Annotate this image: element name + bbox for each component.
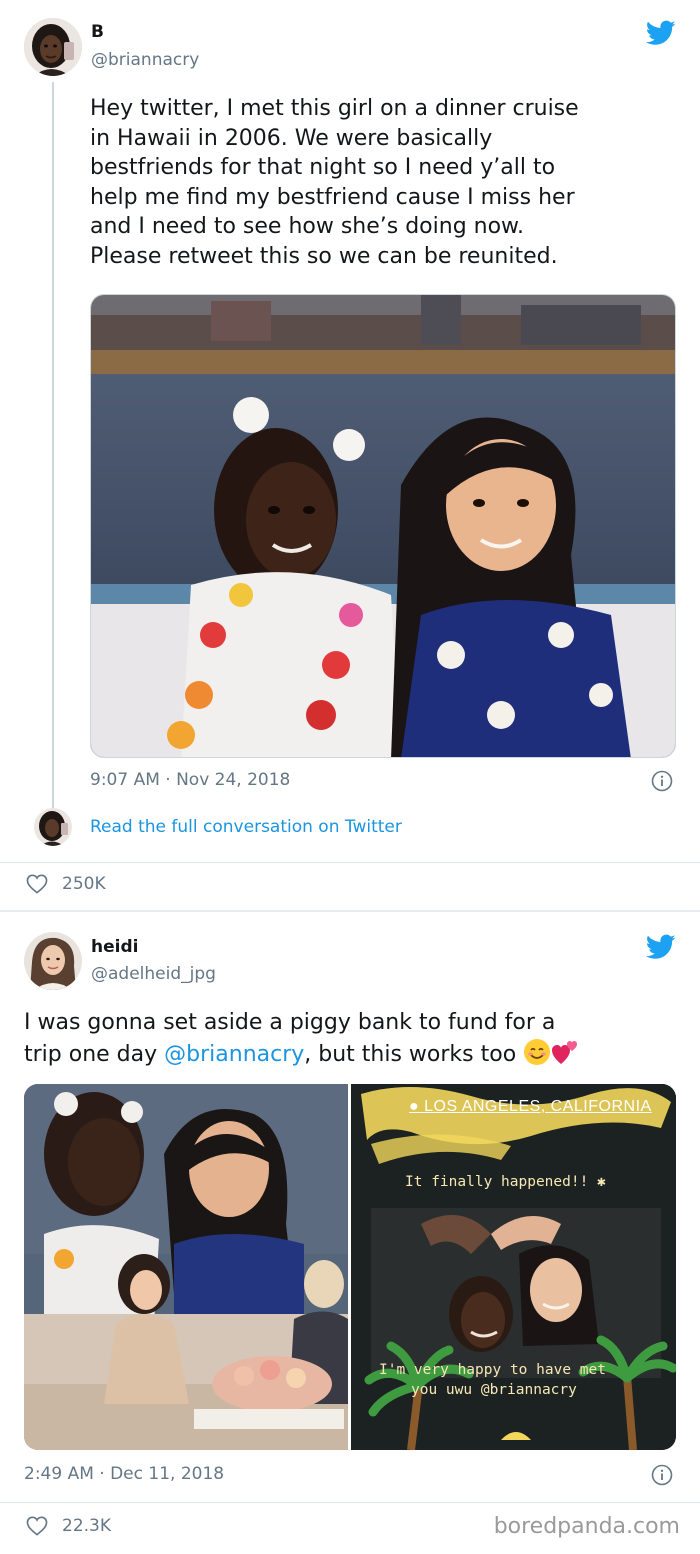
cruise-photo-image: [91, 295, 675, 757]
watermark: boredpanda.com: [493, 1514, 680, 1539]
tweet-card-1: B @briannacry Hey twitter, I met this gi…: [0, 0, 700, 912]
tweet-card-2: heidi @adelheid_jpg I was gonna set asid…: [0, 912, 700, 1554]
talk-show-image: [24, 1084, 348, 1450]
avatar[interactable]: [24, 18, 82, 76]
heart-icon: [26, 874, 48, 894]
author-handle[interactable]: @adelheid_jpg: [91, 964, 216, 984]
like-button[interactable]: 22.3K: [26, 1516, 111, 1536]
timestamp[interactable]: 9:07 AM · Nov 24, 2018: [90, 770, 290, 790]
author-name[interactable]: B: [91, 22, 104, 42]
avatar[interactable]: [24, 932, 82, 990]
location-pin-icon: ●: [409, 1098, 420, 1115]
story-caption-2a: I'm very happy to have met: [379, 1362, 606, 1378]
author-handle[interactable]: @briannacry: [91, 50, 199, 70]
timestamp[interactable]: 2:49 AM · Dec 11, 2018: [24, 1464, 224, 1484]
location-text: LOS ANGELES, CALIFORNIA: [424, 1098, 652, 1115]
tweet-text-line: bestfriends for that night so I need y’a…: [90, 155, 556, 180]
tweet-text-line: and I need to see how she’s doing now.: [90, 214, 525, 239]
tweet-text-line: in Hawaii in 2006. We were basically: [90, 125, 493, 151]
tweet-text-segment: trip one day: [24, 1041, 165, 1067]
revolving-hearts-icon: [552, 1040, 578, 1064]
divider: [0, 1502, 700, 1503]
twitter-bird-icon[interactable]: [646, 20, 676, 46]
tweet-photo-right[interactable]: ● LOS ANGELES, CALIFORNIA It finally hap…: [351, 1084, 676, 1450]
like-button[interactable]: 250K: [26, 874, 106, 894]
tweet-text-line: Please retweet this so we can be reunite…: [90, 243, 558, 269]
info-icon[interactable]: [651, 1464, 673, 1486]
tweet-text-line: I was gonna set aside a piggy bank to fu…: [24, 1010, 556, 1035]
like-count: 250K: [62, 874, 106, 894]
story-caption-1: It finally happened!! ✱: [405, 1174, 606, 1190]
tweet-text-line: help me find my bestfriend cause I miss …: [90, 184, 575, 210]
small-avatar[interactable]: [34, 808, 72, 846]
location-sticker: ● LOS ANGELES, CALIFORNIA: [409, 1098, 652, 1116]
tweet-text: I was gonna set aside a piggy bank to fu…: [24, 1008, 579, 1069]
heart-icon: [26, 1516, 48, 1536]
read-conversation-link[interactable]: Read the full conversation on Twitter: [90, 817, 402, 837]
tweet-photo[interactable]: [90, 294, 676, 758]
mention-link[interactable]: @briannacry: [164, 1042, 304, 1067]
like-count: 22.3K: [62, 1516, 111, 1536]
twitter-bird-icon[interactable]: [646, 934, 676, 960]
smiling-face-icon: [524, 1038, 551, 1065]
tweet-text-line: trip one day @briannacry, but this works…: [24, 1038, 579, 1070]
author-name[interactable]: heidi: [91, 937, 138, 957]
tweet-text-line: Hey twitter, I met this girl on a dinner…: [90, 96, 579, 121]
story-caption-2b: you uwu @briannacry: [411, 1382, 577, 1398]
tweet-photo-left[interactable]: [24, 1084, 348, 1450]
thread-line: [52, 82, 54, 810]
info-icon[interactable]: [651, 770, 673, 792]
tweet-text-segment: , but this works too: [304, 1041, 524, 1067]
tweet-text: Hey twitter, I met this girl on a dinner…: [90, 94, 579, 271]
divider: [0, 862, 700, 863]
